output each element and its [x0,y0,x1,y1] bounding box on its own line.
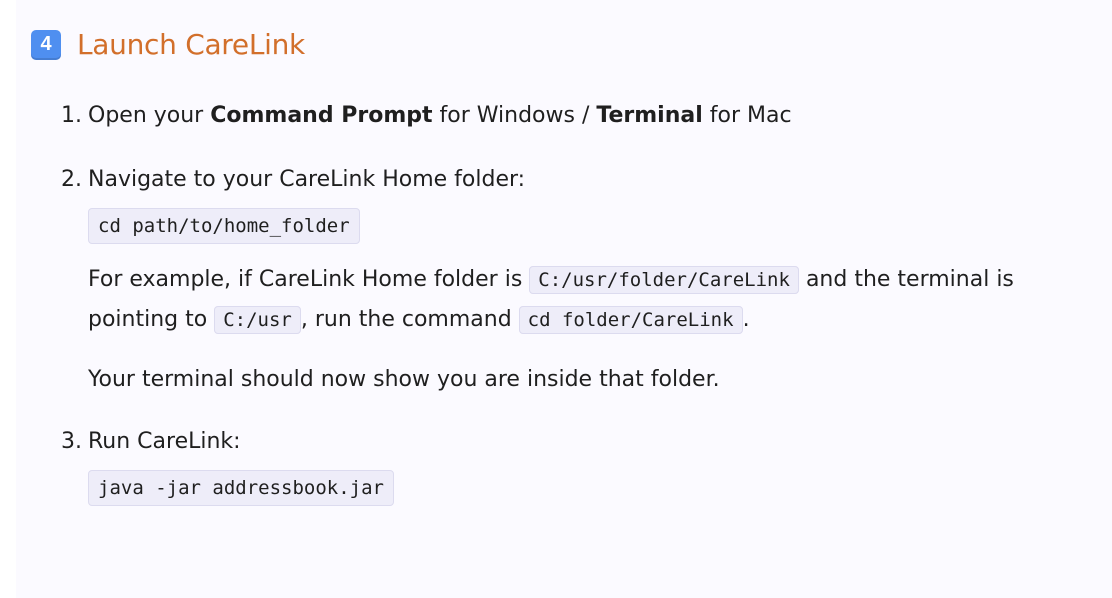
inline-code-cd-command[interactable]: cd folder/CareLink [518,306,743,334]
folder-note: Your terminal should now show you are in… [88,367,720,392]
section-heading: 4 Launch CareLink [31,28,305,61]
code-block-run-jar[interactable]: java -jar addressbook.jar [88,470,394,506]
list-item-step-3: 3. Run CareLink: java -jar addressbook.j… [61,422,1101,508]
step-number-badge: 4 [31,29,61,60]
steps-list: 1. Open your Command Prompt for Windows … [61,96,1101,508]
step-1-text: Open your Command Prompt for Windows / T… [88,96,1101,136]
step-3-text: Run CareLink: [88,429,241,454]
command-prompt-label: Command Prompt [210,103,433,128]
step-number: 1. [61,103,82,128]
inline-code-usr-path[interactable]: C:/usr [214,306,301,334]
section-title: Launch CareLink [77,28,305,61]
code-block-cd-home[interactable]: cd path/to/home_folder [88,208,360,244]
inline-code-carelink-path[interactable]: C:/usr/folder/CareLink [529,266,799,294]
example-paragraph: For example, if CareLink Home folder is … [88,260,1101,340]
terminal-label: Terminal [596,103,703,128]
text-fragment: , run the command [300,307,519,332]
text-fragment: For example, if CareLink Home folder is [88,267,530,292]
list-item-step-2: 2. Navigate to your CareLink Home folder… [61,160,1101,400]
text-fragment: for Mac [702,103,792,128]
step-2-text: Navigate to your CareLink Home folder: [88,167,526,192]
step-number: 2. [61,167,82,192]
text-fragment: for Windows / [432,103,597,128]
list-item-step-1: 1. Open your Command Prompt for Windows … [61,96,1101,136]
text-fragment: Open your [88,103,211,128]
text-fragment: . [742,307,750,332]
step-number: 3. [61,429,82,454]
